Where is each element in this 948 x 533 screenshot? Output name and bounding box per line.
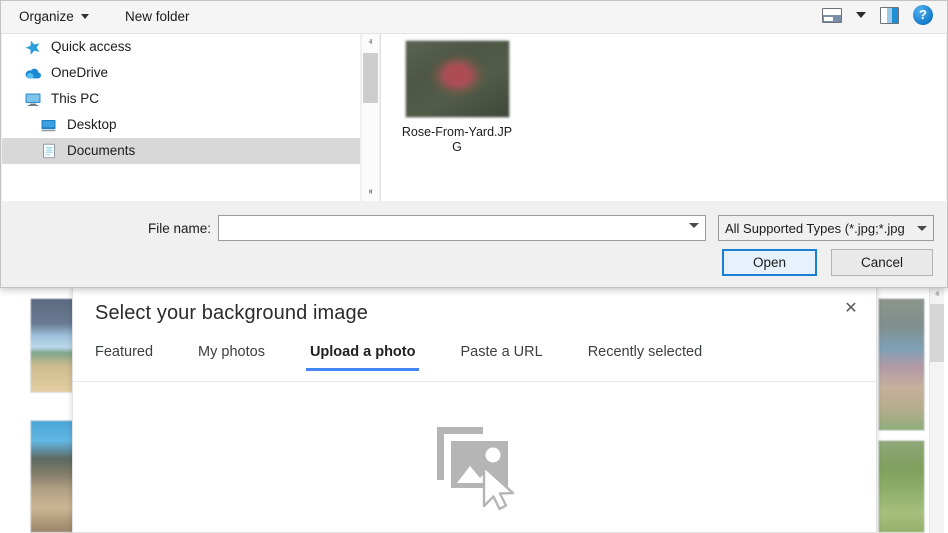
preview-pane-icon[interactable] xyxy=(880,6,899,24)
background-image-picker-dialog: Select your background image ✕ Featured … xyxy=(72,285,877,533)
sidebar-item-label: Documents xyxy=(67,143,136,159)
sidebar-item-onedrive[interactable]: OneDrive xyxy=(2,60,360,86)
background-thumbnail-left-bottom[interactable] xyxy=(30,420,78,533)
rose-photo-thumbnail xyxy=(404,40,510,118)
background-thumbnail-right-top[interactable] xyxy=(878,298,925,431)
scrollbar-thumb[interactable] xyxy=(363,53,378,103)
navigation-scrollbar[interactable]: ⱏ ⱝ xyxy=(361,34,379,201)
close-icon[interactable]: ✕ xyxy=(838,296,864,322)
explorer-toolbar: Organize New folder ? xyxy=(1,1,947,34)
file-open-dialog: Organize New folder ? Quick access OneDr… xyxy=(0,0,948,288)
sidebar-item-label: This PC xyxy=(51,91,100,107)
explorer-footer: File name: All Supported Types (*.jpg;*.… xyxy=(2,201,946,286)
tab-my-photos[interactable]: My photos xyxy=(198,344,265,371)
cancel-button[interactable]: Cancel xyxy=(831,249,933,276)
new-folder-button[interactable]: New folder xyxy=(121,7,194,26)
sidebar-item-this-pc[interactable]: This PC xyxy=(2,86,360,112)
background-scrollbar-up-arrow[interactable]: ⱏ xyxy=(930,288,944,302)
picker-body xyxy=(73,383,876,532)
open-button[interactable]: Open xyxy=(722,249,817,276)
tab-upload-a-photo[interactable]: Upload a photo xyxy=(305,344,419,371)
sidebar-item-label: OneDrive xyxy=(51,65,109,81)
background-scrollbar-thumb[interactable] xyxy=(930,304,944,362)
organize-label: Organize xyxy=(19,9,74,24)
scrollbar-down-arrow-icon[interactable]: ⱝ xyxy=(362,184,379,201)
sidebar-item-quick-access[interactable]: Quick access xyxy=(2,34,360,60)
explorer-toolbar-right: ? xyxy=(822,5,933,25)
navigation-pane: Quick access OneDrive This PC Desktop Do… xyxy=(2,34,360,201)
sidebar-item-documents[interactable]: Documents xyxy=(2,138,360,164)
sidebar-item-label: Quick access xyxy=(51,39,132,55)
background-thumbnail-right-bottom[interactable] xyxy=(878,440,925,533)
monitor-icon xyxy=(24,91,42,107)
tab-featured[interactable]: Featured xyxy=(95,344,153,371)
sidebar-item-desktop[interactable]: Desktop xyxy=(2,112,360,138)
picker-title: Select your background image xyxy=(95,302,368,324)
chevron-down-icon xyxy=(917,225,927,231)
star-icon xyxy=(24,39,42,55)
upload-photos-cursor-icon[interactable] xyxy=(427,417,523,518)
scrollbar-up-arrow-icon[interactable]: ⱏ xyxy=(362,34,379,51)
file-name-input[interactable] xyxy=(218,215,706,241)
file-type-value: All Supported Types (*.jpg;*.jpg xyxy=(725,220,905,236)
help-icon[interactable]: ? xyxy=(913,5,933,25)
file-name-field-label: File name: xyxy=(148,221,212,236)
chevron-down-icon xyxy=(80,14,89,19)
picker-tab-bar: Featured My photos Upload a photo Paste … xyxy=(73,344,876,382)
cloud-icon xyxy=(24,65,42,81)
file-type-dropdown[interactable]: All Supported Types (*.jpg;*.jpg xyxy=(718,215,934,241)
background-thumbnail-left-top[interactable] xyxy=(30,298,78,393)
file-name-label: Rose-From-Yard.JPG xyxy=(401,125,513,154)
chevron-down-icon[interactable] xyxy=(856,12,866,18)
organize-button[interactable]: Organize xyxy=(15,7,93,26)
desktop-folder-icon xyxy=(40,117,58,133)
view-layout-icon[interactable] xyxy=(822,7,842,23)
tab-paste-a-url[interactable]: Paste a URL xyxy=(460,344,542,371)
file-list-pane: Rose-From-Yard.JPG xyxy=(380,34,946,201)
tab-recently-selected[interactable]: Recently selected xyxy=(588,344,702,371)
file-item[interactable]: Rose-From-Yard.JPG xyxy=(401,40,513,155)
sidebar-item-label: Desktop xyxy=(67,117,117,133)
documents-icon xyxy=(40,143,58,159)
